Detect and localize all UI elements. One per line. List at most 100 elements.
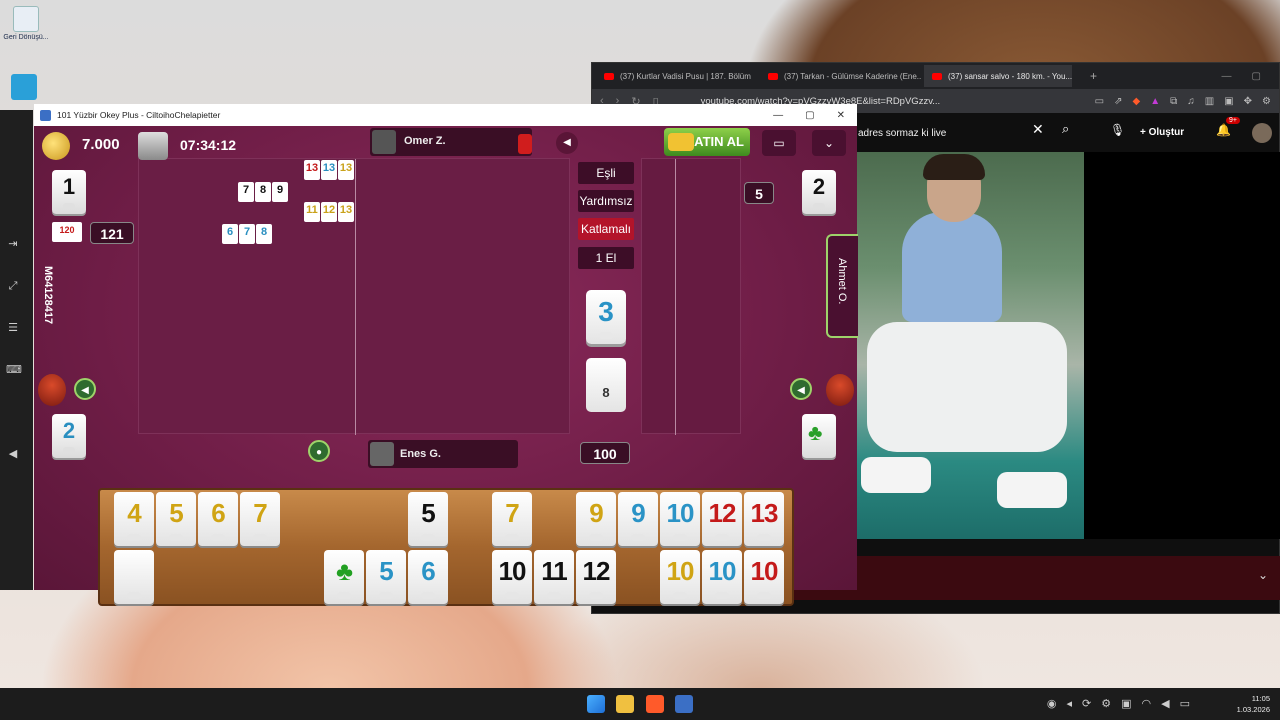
new-tab-icon[interactable]: + [1090,69,1097,83]
avatar[interactable] [1252,123,1272,143]
wallet-icon[interactable]: ▣ [1224,96,1233,107]
browser-tab-2[interactable]: (37) Tarkan - Gülümse Kaderine (Ene... [760,65,922,87]
file-explorer-icon[interactable] [616,695,634,713]
rack-tile[interactable]: 5 [366,550,406,604]
music-icon[interactable]: ♫ [1187,96,1195,107]
rack-tile[interactable]: 6 [408,550,448,604]
right-player-panel[interactable]: Ahmet O. [826,234,858,338]
maximize-icon[interactable]: ▢ [805,110,814,121]
volume-icon[interactable]: ◀ [1161,697,1169,710]
tile-value: 7 [505,498,520,528]
share-icon[interactable]: ⇗ [1114,96,1122,107]
meld-tile: 13 [321,160,337,180]
rewards-icon[interactable]: ▲ [1150,96,1160,107]
clear-search-icon[interactable]: ✕ [1032,121,1044,138]
browser-tab-3[interactable]: (37) sansar salvo - 180 km. - You...× [924,65,1072,87]
rack-tile[interactable]: ♣ [324,550,364,604]
bottom-player-panel[interactable]: Enes G. [368,440,518,468]
draw-pile[interactable]: 8 [586,358,626,412]
minimize-icon[interactable]: — [773,110,783,121]
tile-value: 10 [666,556,695,586]
sidebar-icon[interactable]: ▥ [1205,96,1214,107]
tile-dot [379,592,393,599]
clover-icon: ♣ [808,420,823,445]
rack-tile[interactable]: 13 [744,492,784,546]
volume-icon[interactable]: ◀ [6,448,20,460]
browser-tab-1[interactable]: (37) Kurtlar Vadisi Pusu | 187. Bölüm [596,65,758,87]
tray-icon[interactable]: ◉ [1047,697,1057,710]
video-player[interactable] [857,152,1084,539]
meld-678[interactable]: 6 7 8 [222,224,273,244]
meld-789[interactable]: 7 8 9 [238,182,289,202]
tray-icon[interactable]: ⟳ [1082,697,1091,710]
tray-icon[interactable]: ▣ [1121,697,1131,710]
bell-icon[interactable]: 🔔 [1216,123,1231,137]
turn-indicator [518,134,532,154]
tile-dot [547,592,561,599]
top-player-name: Omer Z. [404,135,446,147]
chevron-down-icon[interactable]: ⌄ [1258,568,1268,582]
chat-icon[interactable]: ▭ [762,130,796,156]
tile-dot [589,592,603,599]
rack-tile[interactable]: 7 [240,492,280,546]
tile-value: 7 [253,498,268,528]
rack-tile[interactable]: 10 [660,492,700,546]
speaker-icon[interactable]: ◀ [556,132,578,154]
rack-tile[interactable]: 10 [492,550,532,604]
install-icon[interactable]: ▭ [1095,96,1104,107]
battery-icon[interactable]: ▭ [1180,697,1190,710]
top-player-panel[interactable]: Omer Z. [370,128,532,156]
rack-tile[interactable]: 6 [198,492,238,546]
close-icon[interactable]: ✕ [837,110,845,121]
rack-tile[interactable]: 4 [114,492,154,546]
mic-icon[interactable]: ● [308,440,330,462]
rack-tile[interactable]: 9 [576,492,616,546]
windows-start-icon[interactable] [587,695,605,713]
rack-tile[interactable]: 10 [744,550,784,604]
rack-tile[interactable]: 10 [702,550,742,604]
brave-shield-icon[interactable]: ◆ [1132,96,1140,107]
rack-tile[interactable]: 11 [534,550,574,604]
tray-icon[interactable]: ⚙ [1101,697,1111,710]
maximize-icon[interactable]: ▢ [1252,71,1261,82]
meld-13-13-13[interactable]: 13 13 13 [304,160,355,180]
minimize-icon[interactable]: — [1222,71,1232,82]
settings-icon[interactable]: ⚙ [1262,96,1271,107]
tile-value: ♣ [335,556,353,586]
chevron-down-icon[interactable]: ⌄ [812,130,846,156]
wifi-icon[interactable]: ◠ [1142,697,1152,710]
sliders-icon[interactable]: ☰ [6,322,20,334]
login-icon[interactable]: ⇥ [6,238,20,250]
mic-icon[interactable]: 🎙 [1110,123,1125,137]
tile-value: 10 [750,556,779,586]
tile-dot [813,203,825,209]
buy-button[interactable]: SATIN AL [664,128,750,156]
rack-tile[interactable] [114,550,154,604]
keyboard-icon[interactable]: ⌨ [6,364,22,376]
taskbar-clock[interactable]: 11:05 1.03.2026 [1237,693,1270,715]
indicator-tile[interactable]: 3 [586,290,626,344]
rack-tile[interactable]: 5 [156,492,196,546]
brave-browser-icon[interactable] [646,695,664,713]
tray-icon[interactable]: ◂ [1066,697,1072,710]
puzzle-icon[interactable]: ✥ [1244,96,1252,107]
speaker-icon[interactable]: ◀ [74,378,96,400]
rack-tile[interactable]: 10 [660,550,700,604]
speaker-icon[interactable]: ◀ [790,378,812,400]
create-button[interactable]: + Oluştur [1140,121,1184,145]
expand-icon[interactable]: ⤢ [6,280,20,292]
rack-tile[interactable]: 5 [408,492,448,546]
rack-tile[interactable]: 9 [618,492,658,546]
recycle-bin-icon[interactable]: Geri Dönüşü... [2,6,50,41]
extensions-icon[interactable]: ⧉ [1170,96,1177,107]
rack-tile[interactable]: 12 [702,492,742,546]
search-input[interactable]: adres sormaz ki live [858,121,1054,147]
okey-app-icon[interactable] [675,695,693,713]
rack-tile[interactable]: 7 [492,492,532,546]
video-figure [861,457,931,493]
monitor-icon[interactable] [0,74,48,102]
rack-tile[interactable]: 12 [576,550,616,604]
tile-dot [715,592,729,599]
meld-11-12-13[interactable]: 11 12 13 [304,202,355,222]
search-icon[interactable]: ⌕ [1062,121,1069,137]
